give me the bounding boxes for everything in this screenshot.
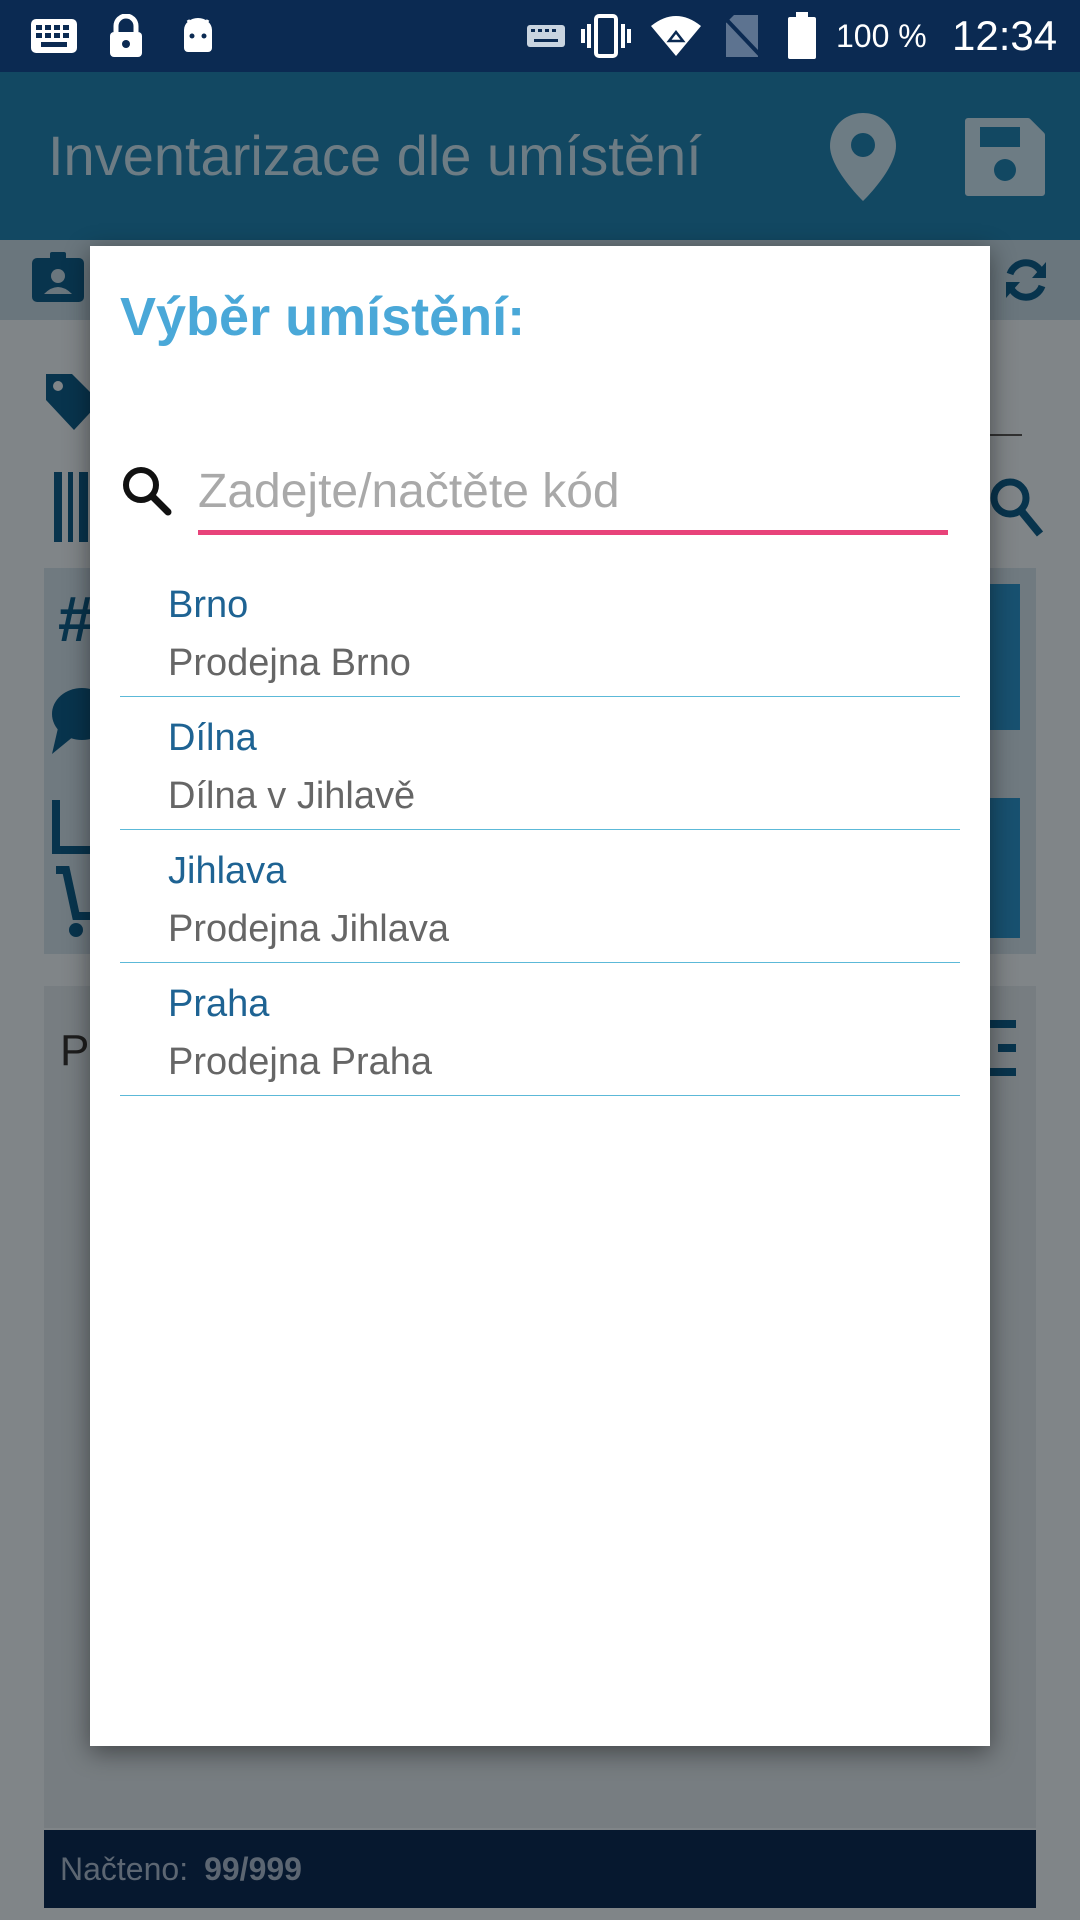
location-name: Prodejna Praha (168, 1041, 433, 1083)
location-name: Prodejna Jihlava (168, 908, 449, 950)
android-icon (176, 0, 220, 72)
list-item[interactable]: Praha Prodejna Praha (120, 963, 960, 1096)
list-item[interactable]: Brno Prodejna Brno (120, 564, 960, 697)
location-code: Praha (168, 983, 270, 1025)
clock: 12:34 (952, 12, 1058, 59)
list-item[interactable]: Dílna Dílna v Jihlavě (120, 697, 960, 830)
search-input-underline (198, 530, 948, 535)
no-sim-icon (718, 0, 766, 72)
vibrate-icon (578, 0, 634, 72)
battery-percent: 100 % (836, 18, 927, 54)
location-list: Brno Prodejna Brno Dílna Dílna v Jihlavě… (120, 564, 960, 1096)
location-code: Dílna (168, 717, 257, 759)
wifi-icon (648, 0, 704, 72)
dialog-title: Výběr umístění: (120, 287, 526, 347)
search-input[interactable] (198, 456, 948, 526)
location-code: Brno (168, 584, 249, 626)
location-name: Dílna v Jihlavě (168, 775, 416, 817)
keyboard-icon (28, 0, 80, 72)
location-name: Prodejna Brno (168, 642, 411, 684)
location-picker-dialog: Výběr umístění: Brno Prodejna Brno Dílna… (90, 246, 990, 1746)
lock-icon (104, 0, 148, 72)
search-icon (120, 464, 172, 516)
status-bar: 100 % 12:34 (0, 0, 1080, 72)
keyboard-small-icon (524, 0, 568, 72)
list-item[interactable]: Jihlava Prodejna Jihlava (120, 830, 960, 963)
battery-icon (782, 0, 822, 72)
location-code: Jihlava (168, 850, 287, 892)
